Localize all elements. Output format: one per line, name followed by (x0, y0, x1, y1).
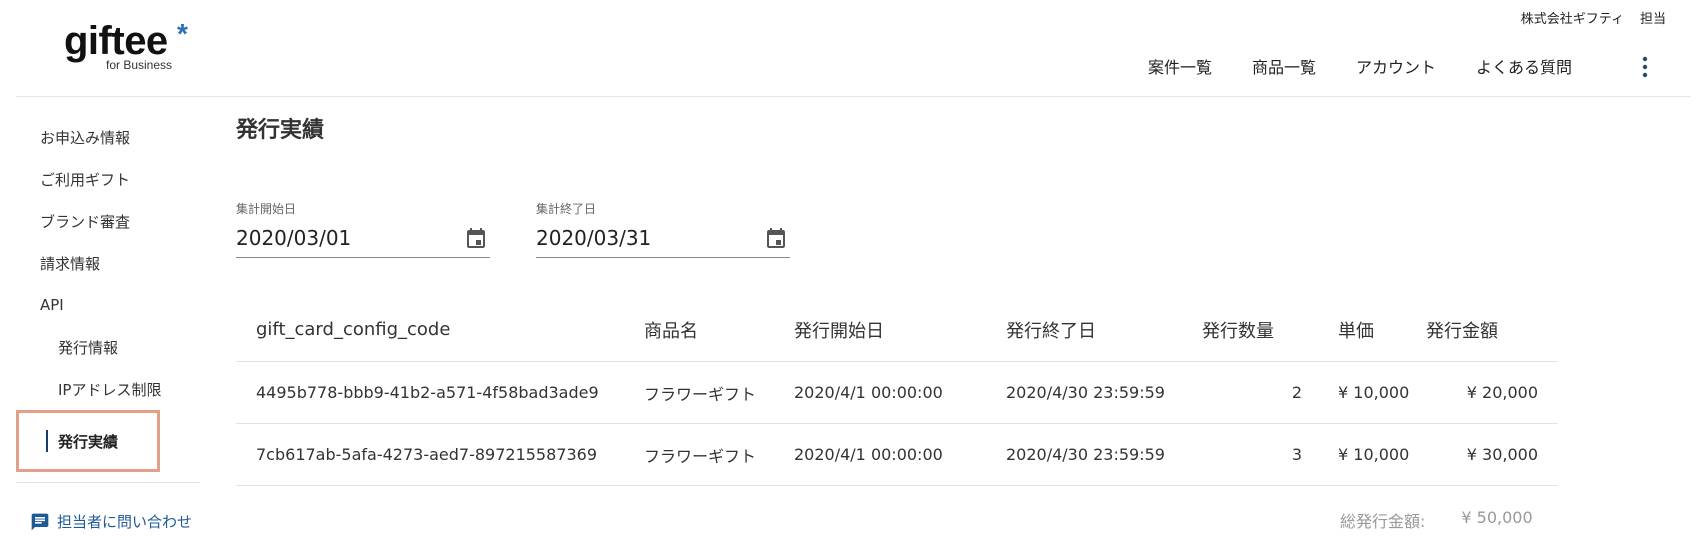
more-vert-icon[interactable] (1640, 56, 1650, 78)
user-role: 担当 (1639, 12, 1666, 27)
sidebar-item-issue-results[interactable]: 発行実績 (16, 410, 160, 472)
nav-faq[interactable]: よくある質問 (1476, 54, 1572, 78)
sidebar-item-issue-info[interactable]: 発行情報 (16, 326, 200, 368)
table-cell: 2020/4/30 23:59:59 (1006, 383, 1165, 402)
active-indicator (46, 430, 48, 452)
end-date-value[interactable]: 2020/03/31 (536, 226, 651, 250)
table-cell: 2020/4/1 00:00:00 (794, 383, 943, 402)
total-amount: 総発行金額: ¥ 50,000 (1340, 508, 1533, 532)
table-cell: 2020/4/30 23:59:59 (1006, 445, 1165, 464)
calendar-icon[interactable] (764, 226, 788, 250)
table-header-row: gift_card_config_code 商品名 発行開始日 発行終了日 発行… (236, 298, 1558, 362)
start-date-value[interactable]: 2020/03/01 (236, 226, 351, 250)
column-header: 発行金額 (1426, 320, 1498, 342)
sidebar-item-brand-review[interactable]: ブランド審査 (16, 200, 200, 242)
table-cell: フラワーギフト (644, 384, 757, 404)
logo-subtitle: for Business (106, 58, 173, 72)
nav-products[interactable]: 商品一覧 (1252, 54, 1316, 78)
table-cell: ¥ 30,000 (1466, 445, 1538, 464)
sidebar-item-api[interactable]: API (16, 284, 200, 326)
issue-results-table: gift_card_config_code 商品名 発行開始日 発行終了日 発行… (236, 298, 1558, 486)
end-date-field[interactable]: 集計終了日 2020/03/31 (536, 200, 790, 258)
sidebar-divider (16, 482, 200, 483)
table-cell: 2 (1291, 383, 1302, 402)
table-cell: 2020/4/1 00:00:00 (794, 445, 943, 464)
end-date-label: 集計終了日 (536, 202, 597, 216)
giftee-logo[interactable]: giftee * for Business (64, 18, 204, 74)
table-cell: ¥ 10,000 (1338, 383, 1410, 402)
top-navigation: 案件一覧 商品一覧 アカウント よくある質問 (1148, 54, 1612, 78)
chat-icon (31, 513, 49, 530)
header-divider (16, 96, 1691, 97)
column-header: 発行数量 (1202, 320, 1274, 342)
table-cell: 7cb617ab-5afa-4273-aed7-897215587369 (256, 445, 598, 464)
start-date-label: 集計開始日 (236, 202, 297, 216)
column-header: 発行終了日 (1006, 320, 1096, 342)
sidebar-item-ip-restriction[interactable]: IPアドレス制限 (16, 368, 200, 410)
column-header: 発行開始日 (794, 320, 884, 342)
total-label: 総発行金額: (1340, 512, 1426, 531)
nav-account[interactable]: アカウント (1356, 54, 1436, 78)
table-cell: ¥ 20,000 (1466, 383, 1538, 402)
table-row: 7cb617ab-5afa-4273-aed7-897215587369 フラワ… (236, 424, 1558, 486)
sidebar: お申込み情報 ご利用ギフト ブランド審査 請求情報 API 発行情報 IPアドレ… (16, 116, 200, 532)
calendar-icon[interactable] (464, 226, 488, 250)
company-name: 株式会社ギフティ (1520, 12, 1624, 27)
sidebar-item-billing[interactable]: 請求情報 (16, 242, 200, 284)
total-value: ¥ 50,000 (1461, 508, 1533, 527)
column-header: 単価 (1338, 320, 1374, 342)
sidebar-item-application-info[interactable]: お申込み情報 (16, 116, 200, 158)
account-info: 株式会社ギフティ 担当 (1521, 8, 1666, 27)
start-date-field[interactable]: 集計開始日 2020/03/01 (236, 200, 490, 258)
table-cell: 3 (1291, 445, 1302, 464)
table-cell: 4495b778-bbb9-41b2-a571-4f58bad3ade9 (256, 383, 599, 402)
table-cell: ¥ 10,000 (1338, 445, 1410, 464)
table-row: 4495b778-bbb9-41b2-a571-4f58bad3ade9 フラワ… (236, 362, 1558, 424)
table-cell: フラワーギフト (644, 446, 757, 466)
logo-asterisk: * (177, 18, 188, 49)
column-header: 商品名 (644, 320, 698, 342)
column-header: gift_card_config_code (256, 319, 451, 340)
nav-projects[interactable]: 案件一覧 (1148, 54, 1212, 78)
page-title: 発行実績 (236, 118, 325, 143)
contact-label: 担当者に問い合わせ (57, 513, 193, 531)
sidebar-item-gifts-used[interactable]: ご利用ギフト (16, 158, 200, 200)
sidebar-item-label: 発行実績 (58, 432, 119, 451)
contact-link[interactable]: 担当者に問い合わせ (16, 511, 200, 532)
